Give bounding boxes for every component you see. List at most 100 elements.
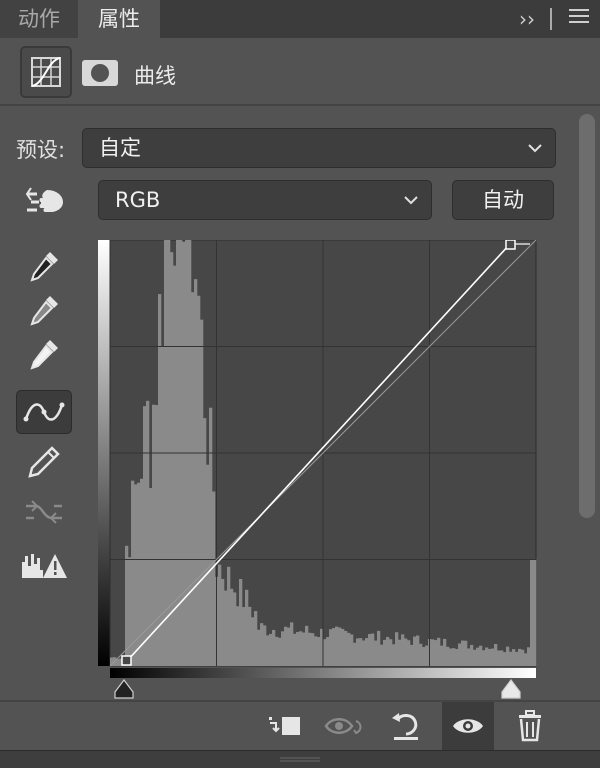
curve-graph[interactable] [98, 231, 538, 700]
histogram-bar [344, 630, 348, 666]
histogram-bar [467, 648, 471, 666]
histogram-bar [404, 638, 408, 666]
white-input-slider[interactable] [501, 679, 521, 699]
auto-button[interactable]: 自动 [452, 180, 554, 220]
histogram-bar [425, 645, 429, 666]
white-point-eyedropper-icon[interactable] [16, 332, 72, 376]
histogram-bar [131, 480, 135, 666]
histogram-bar [512, 649, 516, 666]
delete-icon[interactable] [506, 702, 554, 750]
histogram-bar [401, 634, 405, 666]
histogram-bar [341, 628, 345, 666]
histogram-bar [242, 607, 246, 666]
histogram-bar [485, 647, 489, 666]
layer-mask-icon[interactable] [82, 60, 118, 86]
histogram-bar [305, 625, 309, 666]
panel-footer [0, 750, 600, 768]
reset-icon[interactable] [382, 702, 430, 750]
histogram-bar [158, 294, 162, 666]
panel-title: 曲线 [134, 64, 176, 88]
histogram-bar [149, 487, 153, 666]
histogram-bar [440, 645, 444, 666]
histogram-bar [287, 627, 291, 666]
histogram-bar [494, 644, 498, 666]
target-adjust-hand-icon[interactable] [16, 178, 72, 222]
histogram-bar [224, 590, 228, 666]
histogram-bar [452, 648, 456, 666]
histogram-bar [296, 632, 300, 666]
histogram-bar [311, 633, 315, 666]
histogram-bar [347, 632, 351, 666]
histogram-bar [227, 566, 231, 666]
channel-dropdown[interactable]: RGB [98, 180, 432, 220]
resize-grip-icon[interactable] [280, 757, 320, 763]
histogram-bar [527, 647, 531, 666]
histogram-bar [353, 642, 357, 666]
histogram-bar [260, 623, 264, 666]
histogram-bar [410, 644, 414, 666]
black-point-handle[interactable] [121, 655, 132, 666]
histogram-bar [413, 636, 417, 666]
histogram-bar [497, 650, 501, 666]
scrollbar-thumb[interactable] [579, 114, 595, 518]
histogram-bar [239, 579, 243, 666]
tab-properties[interactable]: 属性 [78, 0, 160, 40]
preset-dropdown[interactable]: 自定 [82, 128, 556, 168]
histogram-bar [230, 588, 234, 666]
histogram-bar [398, 639, 402, 666]
histogram-bar [146, 400, 150, 666]
gray-point-eyedropper-icon[interactable] [16, 288, 72, 332]
curve-point-icon[interactable] [16, 390, 72, 434]
tab-divider [550, 8, 552, 30]
histogram-bar [254, 611, 258, 666]
histogram-bar [335, 626, 339, 666]
histogram-bar [128, 557, 132, 666]
expand-panel-icon[interactable]: ›› [512, 0, 542, 38]
histogram-bar [221, 578, 225, 666]
histogram-bar [299, 631, 303, 666]
histogram-bar [458, 643, 462, 666]
curve-editor[interactable] [98, 231, 538, 700]
chevron-down-icon [404, 196, 418, 205]
histogram-bar [269, 633, 273, 666]
view-previous-state-icon [320, 702, 368, 750]
visibility-icon[interactable] [442, 702, 494, 750]
histogram-bar [473, 649, 477, 666]
histogram-bar [182, 241, 186, 667]
histogram-bar [443, 638, 447, 666]
smooth-curve-icon [16, 490, 72, 534]
clip-to-layer-icon[interactable] [262, 702, 310, 750]
histogram-bar [416, 635, 420, 666]
histogram-bar [386, 636, 390, 666]
histogram-bar [308, 632, 312, 666]
histogram-bar [161, 346, 165, 666]
channel-value: RGB [115, 188, 161, 212]
histogram-bar [209, 407, 213, 666]
histogram-bar [422, 646, 426, 666]
histogram-bar [503, 652, 507, 666]
clipping-warning-icon[interactable] [16, 544, 72, 588]
histogram-bar [368, 633, 372, 666]
histogram-bar [140, 478, 144, 666]
histogram-bar [530, 559, 534, 666]
histogram-bar [377, 630, 381, 666]
histogram-bar [275, 636, 279, 666]
histogram-bar [464, 640, 468, 666]
white-point-handle[interactable] [505, 239, 516, 250]
histogram-bar [293, 633, 297, 666]
histogram-bar [281, 631, 285, 666]
curves-adjustment-icon[interactable] [20, 46, 72, 98]
histogram-bar [359, 638, 363, 666]
black-input-slider[interactable] [114, 679, 134, 699]
panel-menu-icon[interactable] [562, 0, 596, 38]
histogram-bar [482, 650, 486, 666]
histogram-bar [365, 638, 369, 666]
tab-actions[interactable]: 动作 [0, 0, 78, 38]
histogram-bar [251, 617, 255, 666]
pencil-icon[interactable] [16, 440, 72, 484]
black-point-eyedropper-icon[interactable] [16, 244, 72, 288]
histogram-bar [362, 640, 366, 666]
histogram-bar [419, 643, 423, 666]
histogram-bar [518, 648, 522, 666]
histogram-bar [407, 640, 411, 666]
